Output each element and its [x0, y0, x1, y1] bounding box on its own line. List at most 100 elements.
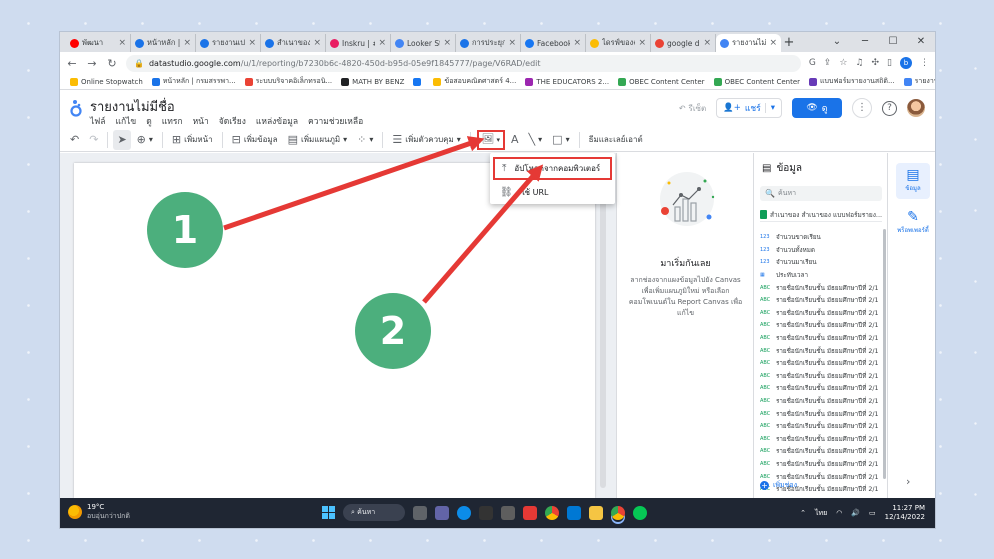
field-item[interactable]: 123 จำนวนขาดเรียน [760, 231, 878, 244]
chrome-active-icon[interactable] [611, 505, 625, 520]
field-item[interactable]: 123 จำนวนมาเรียน [760, 256, 878, 269]
close-icon[interactable]: × [573, 38, 581, 48]
forward-icon[interactable]: → [86, 57, 98, 70]
upload-from-computer-item[interactable]: ⤒ อัปโหลดจากคอมพิวเตอร์ [493, 157, 612, 180]
field-item[interactable]: ABC รายชื่อนักเรียนชั้น มัธยมศึกษาปีที่ 2… [760, 332, 878, 345]
data-search-input[interactable]: 🔍 ค้นหา [760, 186, 882, 201]
chevron-down-icon[interactable]: ▾ [764, 103, 775, 113]
undo-button[interactable]: ↶ [66, 130, 83, 150]
reload-icon[interactable]: ↻ [106, 57, 118, 70]
taskbar-search[interactable]: ⌕ ค้นหา [343, 504, 405, 521]
field-list-scrollbar[interactable] [883, 229, 886, 479]
use-url-item[interactable]: ⛓ ใช้ URL [490, 181, 615, 203]
windows-start-icon[interactable] [322, 506, 335, 519]
reset-button[interactable]: ↶ รีเซ็ต [679, 102, 706, 115]
help-icon[interactable]: ? [882, 100, 897, 116]
chrome-icon[interactable] [545, 505, 559, 520]
wifi-icon[interactable]: ◠ [836, 509, 842, 517]
chevron-right-icon[interactable]: › [906, 475, 910, 488]
properties-tab[interactable]: ✎ พร็อพเพอร์ตี้ [896, 205, 930, 241]
canvas-scrollbar[interactable] [600, 163, 606, 488]
browser-tab[interactable]: Looker St × [391, 34, 456, 52]
browser-tab[interactable]: พัฒนา × [66, 34, 131, 52]
mail-icon[interactable] [567, 505, 581, 520]
back-icon[interactable]: ← [66, 57, 78, 70]
star-icon[interactable]: ☆ [839, 58, 847, 68]
select-tool-button[interactable]: ➤ [113, 129, 131, 150]
view-button[interactable]: 👁 ดู [792, 98, 842, 118]
bookmark-item[interactable]: OBEC Content Center [618, 77, 705, 86]
bookmark-item[interactable]: รายงานสถิติการมาเรีย... [903, 76, 935, 87]
bookmark-item[interactable]: MATH BY BENZ [341, 77, 404, 86]
close-icon[interactable]: × [248, 38, 256, 48]
menu-item[interactable]: ไฟล์ [90, 114, 106, 128]
menu-item[interactable]: จัดเรียง [219, 114, 246, 128]
browser-tab[interactable]: ไดรฟ์ของฉ × [586, 34, 651, 52]
close-icon[interactable]: × [378, 38, 386, 48]
browser-tab[interactable]: รายงานเปล่× [196, 34, 261, 52]
more-vert-icon[interactable]: ⋮ [920, 58, 929, 68]
field-item[interactable]: ABC รายชื่อนักเรียนชั้น มัธยมศึกษาปีที่ 2… [760, 319, 878, 332]
add-chart-button[interactable]: ▤ เพิ่มแผนภูมิ ▾ [284, 130, 352, 150]
browser-tab[interactable]: Facebook × [521, 34, 586, 52]
bookmark-item[interactable]: THE EDUCATORS 2... [525, 77, 609, 86]
browser-tab[interactable]: รายงานไม่ × [716, 34, 781, 52]
field-item[interactable]: ABC รายชื่อนักเรียนชั้น มัธยมศึกษาปีที่ 2… [760, 294, 878, 307]
task-view-icon[interactable] [413, 505, 427, 520]
close-icon[interactable]: × [443, 38, 451, 48]
menu-item[interactable]: แก้ไข [116, 114, 137, 128]
clock[interactable]: 11:27 PM 12/14/2022 [885, 504, 925, 522]
chevron-down-icon[interactable]: ⌄ [823, 32, 851, 52]
bookmark-item[interactable] [413, 77, 424, 86]
extensions-icon[interactable]: ✣ [872, 58, 880, 68]
google-icon[interactable]: G [809, 58, 816, 68]
menu-item[interactable]: แทรก [162, 114, 183, 128]
close-icon[interactable]: × [638, 38, 646, 48]
chevron-up-icon[interactable]: ⌃ [800, 509, 806, 517]
weather-widget[interactable]: 19°C อบอุ่นกว่าปกติ [68, 503, 130, 521]
menu-item[interactable]: แหล่งข้อมูล [256, 114, 298, 128]
close-icon[interactable]: ✕ [907, 32, 935, 52]
field-item[interactable]: ABC รายชื่อนักเรียนชั้น มัธยมศึกษาปีที่ 2… [760, 395, 878, 408]
more-options-button[interactable]: ⋮ [852, 98, 872, 118]
menu-item[interactable]: ความช่วยเหลือ [308, 114, 363, 128]
minimize-icon[interactable]: ─ [851, 32, 879, 52]
line-button[interactable]: ╲ ▾ [525, 130, 547, 150]
field-item[interactable]: ABC รายชื่อนักเรียนชั้น มัธยมศึกษาปีที่ 2… [760, 281, 878, 294]
new-tab-button[interactable]: + [781, 34, 797, 52]
file-explorer-icon[interactable] [589, 505, 603, 520]
menu-item[interactable]: หน้า [193, 114, 209, 128]
volume-icon[interactable]: 🔊 [851, 509, 860, 517]
field-item[interactable]: ABC รายชื่อนักเรียนชั้น มัธยมศึกษาปีที่ 2… [760, 357, 878, 370]
bookmark-item[interactable]: ระบบบริจาคอิเล็กทรอนิ... [244, 76, 332, 87]
field-item[interactable]: ▦ ประทับเวลา [760, 269, 878, 282]
close-icon[interactable]: × [703, 38, 711, 48]
add-page-button[interactable]: ⊞ เพิ่มหน้า [168, 130, 217, 150]
bookmark-item[interactable]: ข้อสอบคณิตศาสตร์ 4... [433, 76, 516, 87]
bookmark-item[interactable]: OBEC Content Center [713, 77, 800, 86]
media-icon[interactable]: ♫ [855, 58, 863, 68]
field-item[interactable]: ABC รายชื่อนักเรียนชั้น มัธยมศึกษาปีที่ 2… [760, 407, 878, 420]
theme-layout-button[interactable]: ธีมและเลย์เอาต์ [585, 130, 647, 150]
calculator-icon[interactable] [501, 505, 515, 520]
zoom-button[interactable]: ⊕ ▾ [133, 130, 157, 150]
language-indicator[interactable]: ไทย [815, 508, 827, 519]
field-item[interactable]: ABC รายชื่อนักเรียนชั้น มัธยมศึกษาปีที่ 2… [760, 458, 878, 471]
browser-tab[interactable]: หน้าหลัก | × [131, 34, 196, 52]
edge-icon[interactable] [457, 505, 471, 520]
teams-icon[interactable] [435, 505, 449, 520]
text-button[interactable]: A [507, 130, 523, 150]
data-tab[interactable]: ▤ ข้อมูล [896, 163, 930, 199]
red-check-icon[interactable] [523, 505, 537, 520]
battery-icon[interactable]: ▭ [869, 509, 876, 517]
maximize-icon[interactable]: ☐ [879, 32, 907, 52]
bookmark-item[interactable]: Online Stopwatch [70, 77, 143, 86]
avatar[interactable] [907, 99, 925, 117]
browser-tab[interactable]: google d × [651, 34, 716, 52]
field-item[interactable]: ABC รายชื่อนักเรียนชั้น มัธยมศึกษาปีที่ 2… [760, 433, 878, 446]
insert-image-button[interactable]: 🖼 ▾ [476, 129, 505, 150]
close-icon[interactable]: × [118, 38, 126, 48]
field-item[interactable]: ABC รายชื่อนักเรียนชั้น มัธยมศึกษาปีที่ 2… [760, 420, 878, 433]
browser-tab[interactable]: Inskru | # × [326, 34, 391, 52]
field-item[interactable]: ABC รายชื่อนักเรียนชั้น มัธยมศึกษาปีที่ 2… [760, 344, 878, 357]
